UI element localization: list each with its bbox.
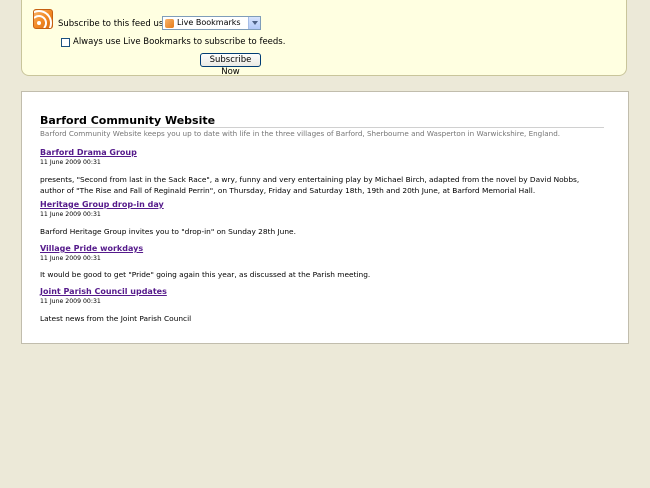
entry-date: 11 June 2009 00:31 [40, 298, 101, 305]
chevron-down-icon[interactable] [248, 17, 260, 29]
entry-title-link[interactable]: Village Pride workdays [40, 244, 143, 253]
always-use-label[interactable]: Always use Live Bookmarks to subscribe t… [73, 37, 285, 47]
feed-content-panel: Barford Community Website Barford Commun… [21, 91, 629, 344]
feed-title: Barford Community Website [40, 114, 216, 127]
rss-feed-icon [33, 9, 53, 29]
feed-description: Barford Community Website keeps you up t… [40, 129, 561, 138]
entry-body: Barford Heritage Group invites you to "d… [40, 227, 296, 236]
entry-title-link[interactable]: Heritage Group drop-in day [40, 200, 164, 209]
entry-body: presents, "Second from last in the Sack … [40, 175, 580, 195]
entry-body: Latest news from the Joint Parish Counci… [40, 314, 192, 323]
feed-preview-page: Subscribe to this feed using Live Bookma… [0, 0, 650, 488]
entry-title-link[interactable]: Joint Parish Council updates [40, 287, 167, 296]
title-divider [40, 127, 604, 128]
feed-reader-selected: Live Bookmarks [177, 18, 241, 27]
subscribe-label: Subscribe to this feed using [58, 19, 177, 29]
live-bookmarks-icon [165, 19, 174, 28]
subscribe-box: Subscribe to this feed using Live Bookma… [21, 0, 627, 77]
feed-reader-select[interactable]: Live Bookmarks [162, 16, 261, 30]
entry-title-link[interactable]: Barford Drama Group [40, 148, 137, 157]
entry-date: 11 June 2009 00:31 [40, 159, 101, 166]
always-use-checkbox[interactable] [61, 38, 70, 47]
entry-body: It would be good to get "Pride" going ag… [40, 270, 371, 279]
entry-date: 11 June 2009 00:31 [40, 255, 101, 262]
entry-date: 11 June 2009 00:31 [40, 211, 101, 218]
subscribe-now-button[interactable]: Subscribe Now [200, 53, 261, 77]
